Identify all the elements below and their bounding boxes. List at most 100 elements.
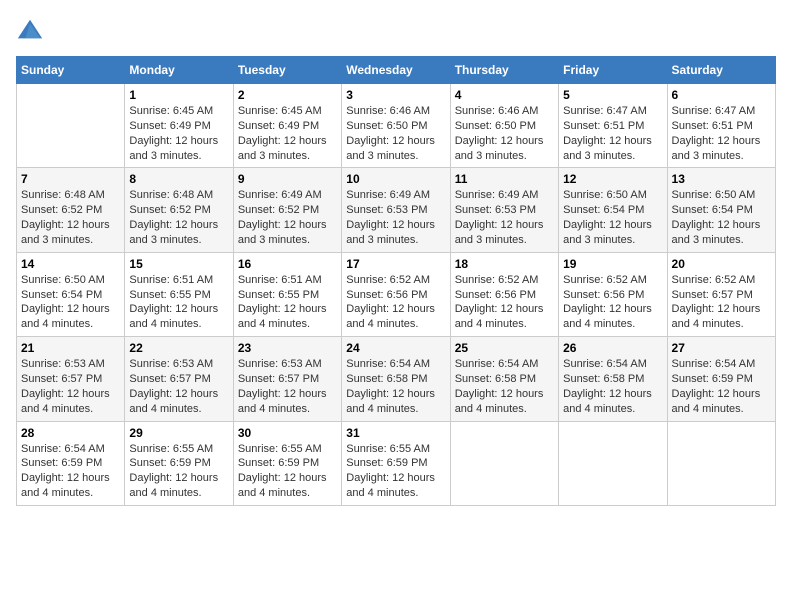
cell-info: Sunrise: 6:54 AMSunset: 6:58 PMDaylight:… [346,358,435,415]
calendar-header-row: SundayMondayTuesdayWednesdayThursdayFrid… [17,57,776,84]
calendar-cell: 11 Sunrise: 6:49 AMSunset: 6:53 PMDayligh… [450,168,558,252]
day-number: 23 [238,341,337,355]
day-number: 15 [129,257,228,271]
cell-info: Sunrise: 6:45 AMSunset: 6:49 PMDaylight:… [238,105,327,162]
calendar-cell [667,421,775,505]
cell-info: Sunrise: 6:53 AMSunset: 6:57 PMDaylight:… [21,358,110,415]
day-number: 18 [455,257,554,271]
day-number: 28 [21,426,120,440]
cell-info: Sunrise: 6:46 AMSunset: 6:50 PMDaylight:… [346,105,435,162]
cell-info: Sunrise: 6:54 AMSunset: 6:58 PMDaylight:… [455,358,544,415]
calendar-cell: 6Sunrise: 6:47 AMSunset: 6:51 PMDaylight… [667,84,775,168]
calendar-cell: 30 Sunrise: 6:55 AMSunset: 6:59 PMDayligh… [233,421,341,505]
day-number: 31 [346,426,445,440]
cell-info: Sunrise: 6:47 AMSunset: 6:51 PMDaylight:… [563,105,652,162]
day-number: 3 [346,88,445,102]
day-number: 21 [21,341,120,355]
cell-info: Sunrise: 6:48 AMSunset: 6:52 PMDaylight:… [129,189,218,246]
cell-info: Sunrise: 6:46 AMSunset: 6:50 PMDaylight:… [455,105,544,162]
calendar-cell: 29 Sunrise: 6:55 AMSunset: 6:59 PMDayligh… [125,421,233,505]
day-header-monday: Monday [125,57,233,84]
day-number: 6 [672,88,771,102]
day-header-thursday: Thursday [450,57,558,84]
cell-info: Sunrise: 6:54 AMSunset: 6:59 PMDaylight:… [672,358,761,415]
calendar-cell: 8 Sunrise: 6:48 AMSunset: 6:52 PMDaylight… [125,168,233,252]
calendar-cell [17,84,125,168]
calendar-cell: 21 Sunrise: 6:53 AMSunset: 6:57 PMDayligh… [17,337,125,421]
calendar-cell: 22 Sunrise: 6:53 AMSunset: 6:57 PMDayligh… [125,337,233,421]
cell-info: Sunrise: 6:52 AMSunset: 6:56 PMDaylight:… [563,274,652,331]
calendar-cell: 5 Sunrise: 6:47 AMSunset: 6:51 PMDaylight… [559,84,667,168]
day-number: 20 [672,257,771,271]
cell-info: Sunrise: 6:49 AMSunset: 6:53 PMDaylight:… [346,189,435,246]
day-number: 8 [129,172,228,186]
calendar-cell: 17 Sunrise: 6:52 AMSunset: 6:56 PMDayligh… [342,252,450,336]
day-number: 7 [21,172,120,186]
day-number: 12 [563,172,662,186]
cell-info: Sunrise: 6:55 AMSunset: 6:59 PMDaylight:… [238,443,327,500]
day-number: 26 [563,341,662,355]
day-number: 24 [346,341,445,355]
day-number: 5 [563,88,662,102]
day-header-tuesday: Tuesday [233,57,341,84]
day-number: 16 [238,257,337,271]
cell-info: Sunrise: 6:51 AMSunset: 6:55 PMDaylight:… [238,274,327,331]
day-number: 14 [21,257,120,271]
day-number: 11 [455,172,554,186]
day-number: 25 [455,341,554,355]
cell-info: Sunrise: 6:51 AMSunset: 6:55 PMDaylight:… [129,274,218,331]
day-header-friday: Friday [559,57,667,84]
cell-info: Sunrise: 6:55 AMSunset: 6:59 PMDaylight:… [129,443,218,500]
calendar-table: SundayMondayTuesdayWednesdayThursdayFrid… [16,56,776,506]
day-header-saturday: Saturday [667,57,775,84]
calendar-cell: 3 Sunrise: 6:46 AMSunset: 6:50 PMDaylight… [342,84,450,168]
calendar-cell: 4Sunrise: 6:46 AMSunset: 6:50 PMDaylight… [450,84,558,168]
calendar-cell: 25 Sunrise: 6:54 AMSunset: 6:58 PMDayligh… [450,337,558,421]
calendar-week-row: 21 Sunrise: 6:53 AMSunset: 6:57 PMDayligh… [17,337,776,421]
day-number: 9 [238,172,337,186]
calendar-cell: 1Sunrise: 6:45 AMSunset: 6:49 PMDaylight… [125,84,233,168]
calendar-cell: 31 Sunrise: 6:55 AMSunset: 6:59 PMDayligh… [342,421,450,505]
calendar-cell: 23Sunrise: 6:53 AMSunset: 6:57 PMDayligh… [233,337,341,421]
calendar-cell: 24 Sunrise: 6:54 AMSunset: 6:58 PMDayligh… [342,337,450,421]
calendar-cell: 13Sunrise: 6:50 AMSunset: 6:54 PMDayligh… [667,168,775,252]
page-header [16,16,776,44]
calendar-week-row: 14 Sunrise: 6:50 AMSunset: 6:54 PMDayligh… [17,252,776,336]
calendar-cell: 15 Sunrise: 6:51 AMSunset: 6:55 PMDayligh… [125,252,233,336]
calendar-cell: 26 Sunrise: 6:54 AMSunset: 6:58 PMDayligh… [559,337,667,421]
calendar-cell: 20 Sunrise: 6:52 AMSunset: 6:57 PMDayligh… [667,252,775,336]
day-number: 13 [672,172,771,186]
cell-info: Sunrise: 6:49 AMSunset: 6:52 PMDaylight:… [238,189,327,246]
calendar-cell: 18Sunrise: 6:52 AMSunset: 6:56 PMDayligh… [450,252,558,336]
day-number: 30 [238,426,337,440]
cell-info: Sunrise: 6:50 AMSunset: 6:54 PMDaylight:… [563,189,652,246]
cell-info: Sunrise: 6:50 AMSunset: 6:54 PMDaylight:… [21,274,110,331]
day-number: 17 [346,257,445,271]
cell-info: Sunrise: 6:52 AMSunset: 6:56 PMDaylight:… [346,274,435,331]
calendar-cell: 27 Sunrise: 6:54 AMSunset: 6:59 PMDayligh… [667,337,775,421]
calendar-cell: 14 Sunrise: 6:50 AMSunset: 6:54 PMDayligh… [17,252,125,336]
calendar-cell: 9 Sunrise: 6:49 AMSunset: 6:52 PMDaylight… [233,168,341,252]
day-number: 27 [672,341,771,355]
day-header-wednesday: Wednesday [342,57,450,84]
calendar-cell: 7 Sunrise: 6:48 AMSunset: 6:52 PMDaylight… [17,168,125,252]
logo [16,16,50,44]
cell-info: Sunrise: 6:54 AMSunset: 6:59 PMDaylight:… [21,443,110,500]
calendar-cell [559,421,667,505]
logo-icon [16,16,44,44]
cell-info: Sunrise: 6:49 AMSunset: 6:53 PMDaylight:… [455,189,544,246]
cell-info: Sunrise: 6:54 AMSunset: 6:58 PMDaylight:… [563,358,652,415]
day-number: 19 [563,257,662,271]
cell-info: Sunrise: 6:53 AMSunset: 6:57 PMDaylight:… [129,358,218,415]
calendar-week-row: 1Sunrise: 6:45 AMSunset: 6:49 PMDaylight… [17,84,776,168]
day-number: 29 [129,426,228,440]
cell-info: Sunrise: 6:55 AMSunset: 6:59 PMDaylight:… [346,443,435,500]
cell-info: Sunrise: 6:48 AMSunset: 6:52 PMDaylight:… [21,189,110,246]
calendar-cell: 12 Sunrise: 6:50 AMSunset: 6:54 PMDayligh… [559,168,667,252]
day-header-sunday: Sunday [17,57,125,84]
day-number: 10 [346,172,445,186]
cell-info: Sunrise: 6:52 AMSunset: 6:57 PMDaylight:… [672,274,761,331]
calendar-cell: 19 Sunrise: 6:52 AMSunset: 6:56 PMDayligh… [559,252,667,336]
calendar-cell: 2Sunrise: 6:45 AMSunset: 6:49 PMDaylight… [233,84,341,168]
day-number: 22 [129,341,228,355]
